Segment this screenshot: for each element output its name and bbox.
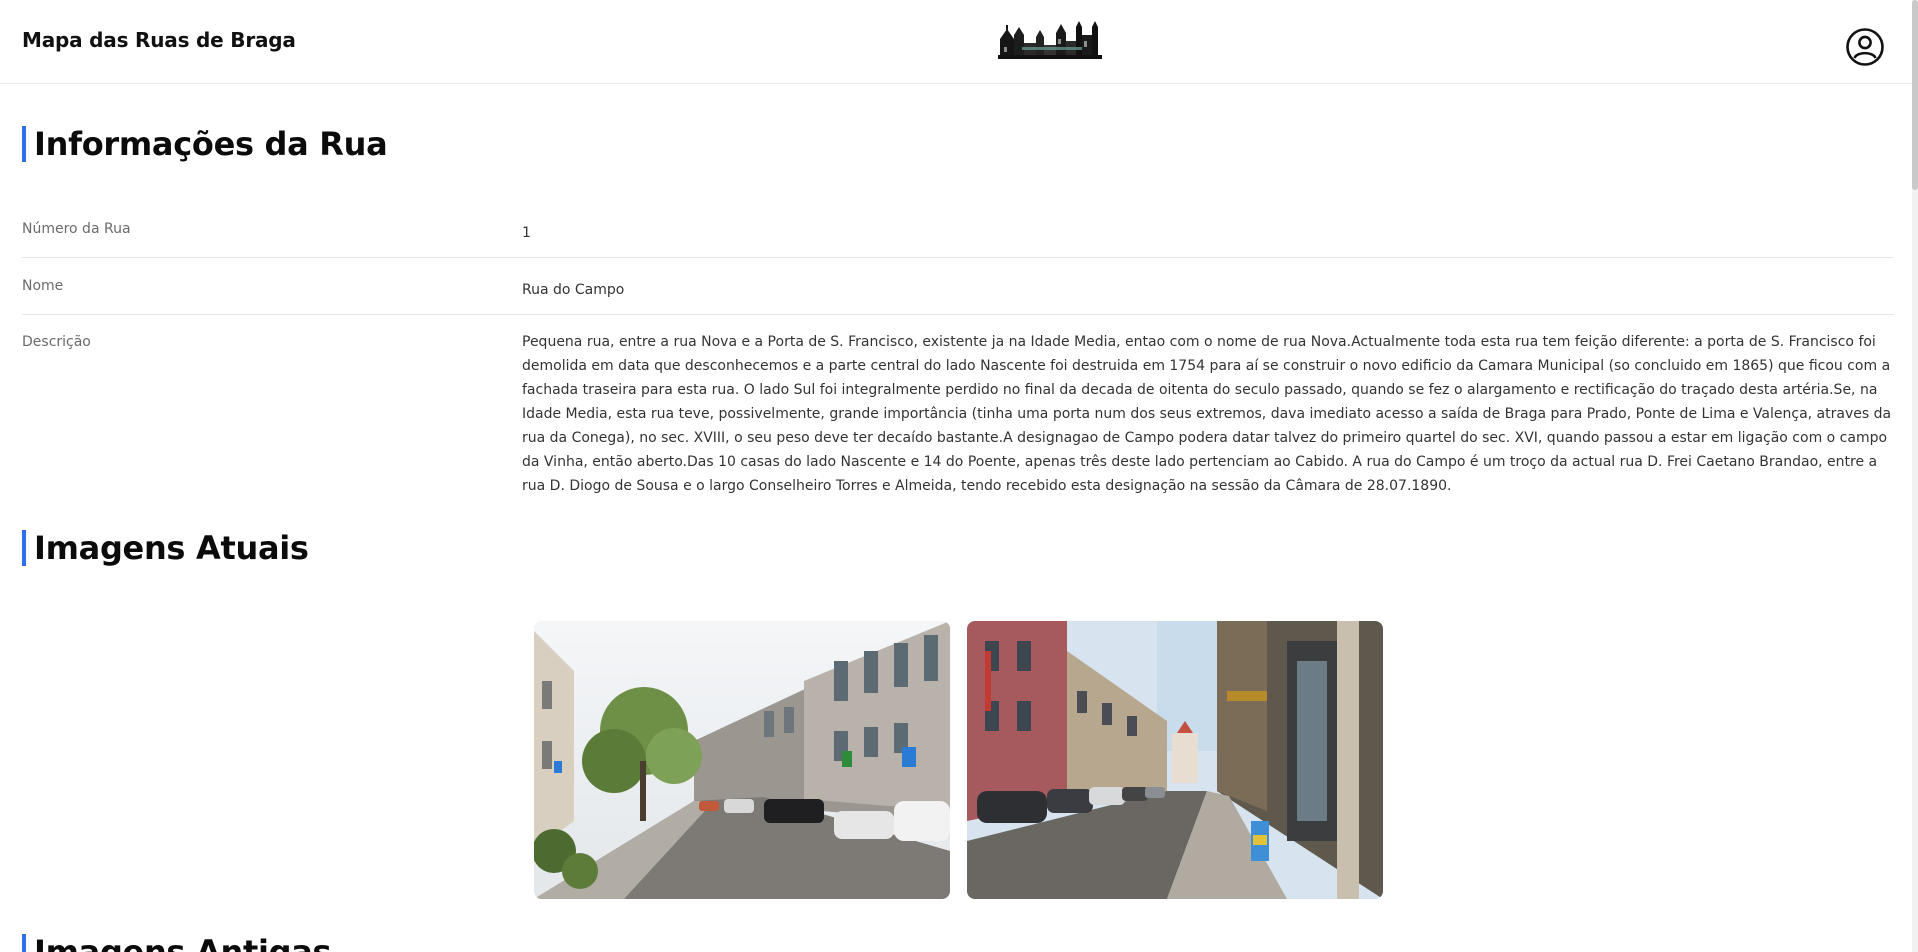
street-description-value: Pequena rua, entre a rua Nova e a Porta … (522, 334, 1892, 494)
street-info-page: Mapa das Ruas de Braga Informações da Ru… (0, 0, 1918, 952)
old-images-title: Imagens Antigas (22, 934, 332, 952)
page-scrollbar[interactable] (1912, 0, 1918, 952)
street-name-label: Nome (22, 278, 64, 294)
braga-skyline-logo-icon[interactable] (998, 21, 1102, 61)
info-row-description: Descrição Pequena rua, entre a rua Nova … (22, 333, 1894, 503)
info-section-title: Informações da Rua (22, 126, 388, 162)
info-row-name: Nome Rua do Campo (22, 278, 1894, 315)
site-title[interactable]: Mapa das Ruas de Braga (22, 28, 296, 52)
street-number-value: 1 (522, 225, 531, 241)
street-name-value: Rua do Campo (522, 282, 625, 298)
street-number-label: Número da Rua (22, 221, 131, 237)
user-account-icon[interactable] (1845, 27, 1885, 67)
current-image-1[interactable] (534, 621, 950, 899)
current-image-2[interactable] (967, 621, 1383, 899)
top-navbar: Mapa das Ruas de Braga (0, 0, 1918, 84)
scrollbar-thumb[interactable] (1912, 0, 1918, 190)
street-description-label: Descrição (22, 334, 91, 350)
current-images-title: Imagens Atuais (22, 530, 309, 566)
info-row-number: Número da Rua 1 (22, 221, 1894, 258)
